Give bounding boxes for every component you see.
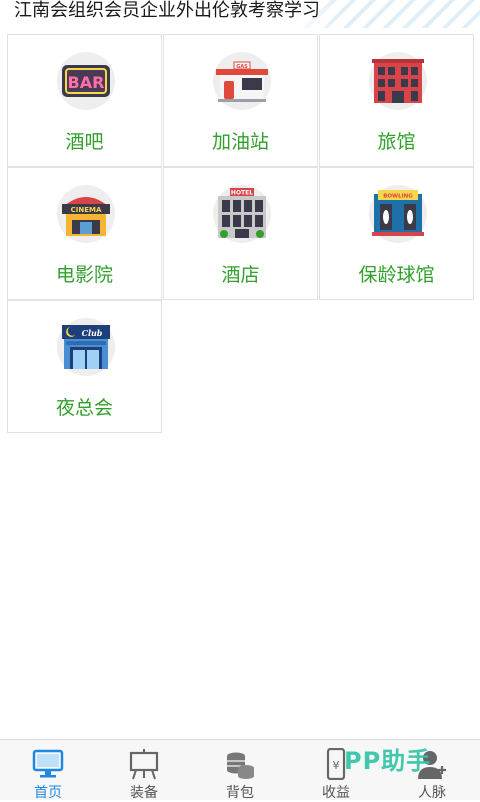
category-label: 电影院 [55, 264, 113, 286]
bowling-sign-text: BOWLING [383, 194, 413, 200]
tab-label: 首页 [34, 785, 62, 801]
category-cinema[interactable]: CINEMA 电影院 [7, 167, 162, 300]
svg-text:¥: ¥ [333, 759, 340, 772]
category-label: 酒店 [221, 264, 260, 286]
nightclub-icon: Club [57, 318, 115, 376]
category-hotel[interactable]: HOTEL 酒店 [163, 167, 318, 300]
gas-station-icon: GAS [213, 52, 271, 110]
bar-sign-icon: BAR [57, 52, 115, 110]
category-grid: BAR 酒吧 GAS 加油站 旅馆 CINEMA 电影院 HOTEL 酒店 BO… [7, 34, 475, 435]
tab-label: 人脉 [418, 785, 446, 801]
category-nightclub[interactable]: Club 夜总会 [7, 300, 162, 433]
header-bar: 江南会组织会员企业外出伦敦考察学习 [0, 0, 480, 28]
category-label: 酒吧 [65, 131, 104, 153]
category-label: 旅馆 [377, 131, 416, 153]
club-sign-text: Club [82, 328, 103, 338]
category-bar[interactable]: BAR 酒吧 [7, 34, 162, 167]
tab-backpack[interactable]: 背包 [192, 740, 288, 801]
category-label: 保龄球馆 [358, 264, 435, 286]
page-title: 江南会组织会员企业外出伦敦考察学习 [14, 0, 320, 21]
cinema-icon: CINEMA [57, 185, 115, 243]
tab-label: 背包 [226, 785, 254, 801]
category-label: 夜总会 [55, 397, 113, 419]
tab-equipment[interactable]: 装备 [96, 740, 192, 801]
hotel-building-icon: HOTEL [213, 185, 271, 243]
hotel-sign-text: HOTEL [231, 190, 253, 197]
category-label: 加油站 [211, 131, 269, 153]
tab-home[interactable]: 首页 [0, 740, 96, 801]
bar-sign-text: BAR [68, 73, 105, 92]
inn-building-icon [369, 52, 427, 110]
tab-label: 收益 [322, 785, 350, 801]
watermark-logo: PP助手 [344, 747, 432, 775]
gas-sign-text: GAS [236, 64, 248, 70]
monitor-icon [32, 749, 64, 778]
coins-icon [227, 752, 254, 779]
cinema-sign-text: CINEMA [71, 206, 102, 214]
category-inn[interactable]: 旅馆 [319, 34, 474, 167]
category-gas-station[interactable]: GAS 加油站 [163, 34, 318, 167]
category-bowling[interactable]: BOWLING 保龄球馆 [319, 167, 474, 300]
bowling-icon: BOWLING [369, 185, 427, 243]
easel-icon [129, 749, 159, 780]
tab-label: 装备 [130, 785, 158, 801]
